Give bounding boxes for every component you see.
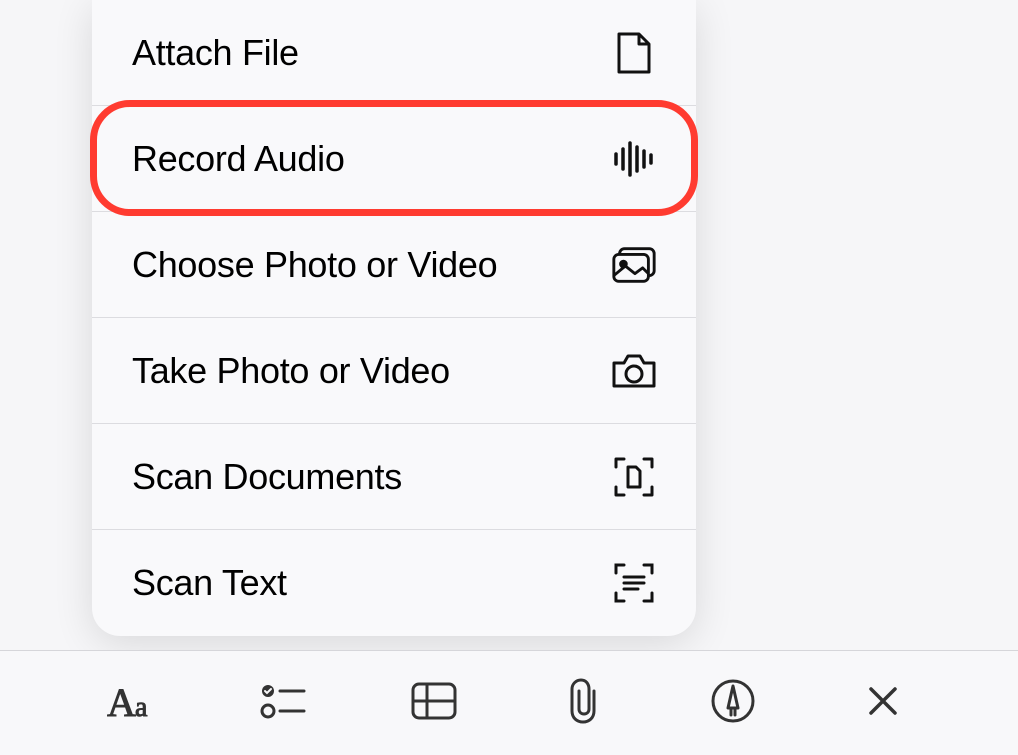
close-icon: [865, 683, 901, 724]
menu-item-attach-file[interactable]: Attach File: [92, 0, 696, 106]
bottom-toolbar: A a: [0, 650, 1018, 755]
markup-icon: [710, 678, 756, 729]
menu-item-label: Scan Text: [132, 562, 287, 604]
document-icon: [610, 29, 658, 77]
menu-item-label: Attach File: [132, 32, 299, 74]
camera-icon: [610, 347, 658, 395]
menu-item-label: Record Audio: [132, 138, 345, 180]
text-format-icon: A a: [107, 680, 163, 727]
attachment-menu: Attach File Record Audio Choose Photo or…: [92, 0, 696, 636]
markup-button[interactable]: [703, 673, 763, 733]
menu-item-choose-photo-video[interactable]: Choose Photo or Video: [92, 212, 696, 318]
menu-item-label: Scan Documents: [132, 456, 402, 498]
menu-item-scan-documents[interactable]: Scan Documents: [92, 424, 696, 530]
waveform-icon: [610, 135, 658, 183]
menu-item-take-photo-video[interactable]: Take Photo or Video: [92, 318, 696, 424]
svg-text:A: A: [107, 680, 136, 722]
checklist-icon: [260, 681, 308, 726]
checklist-button[interactable]: [254, 673, 314, 733]
attachment-icon: [564, 677, 604, 730]
menu-item-record-audio[interactable]: Record Audio: [92, 106, 696, 212]
scan-document-icon: [610, 453, 658, 501]
svg-text:a: a: [135, 692, 148, 722]
photo-icon: [610, 241, 658, 289]
attachment-button[interactable]: [554, 673, 614, 733]
text-format-button[interactable]: A a: [105, 673, 165, 733]
table-button[interactable]: [404, 673, 464, 733]
menu-item-label: Choose Photo or Video: [132, 244, 497, 286]
close-button[interactable]: [853, 673, 913, 733]
menu-item-label: Take Photo or Video: [132, 350, 450, 392]
scan-text-icon: [610, 559, 658, 607]
table-icon: [410, 681, 458, 726]
menu-item-scan-text[interactable]: Scan Text: [92, 530, 696, 636]
